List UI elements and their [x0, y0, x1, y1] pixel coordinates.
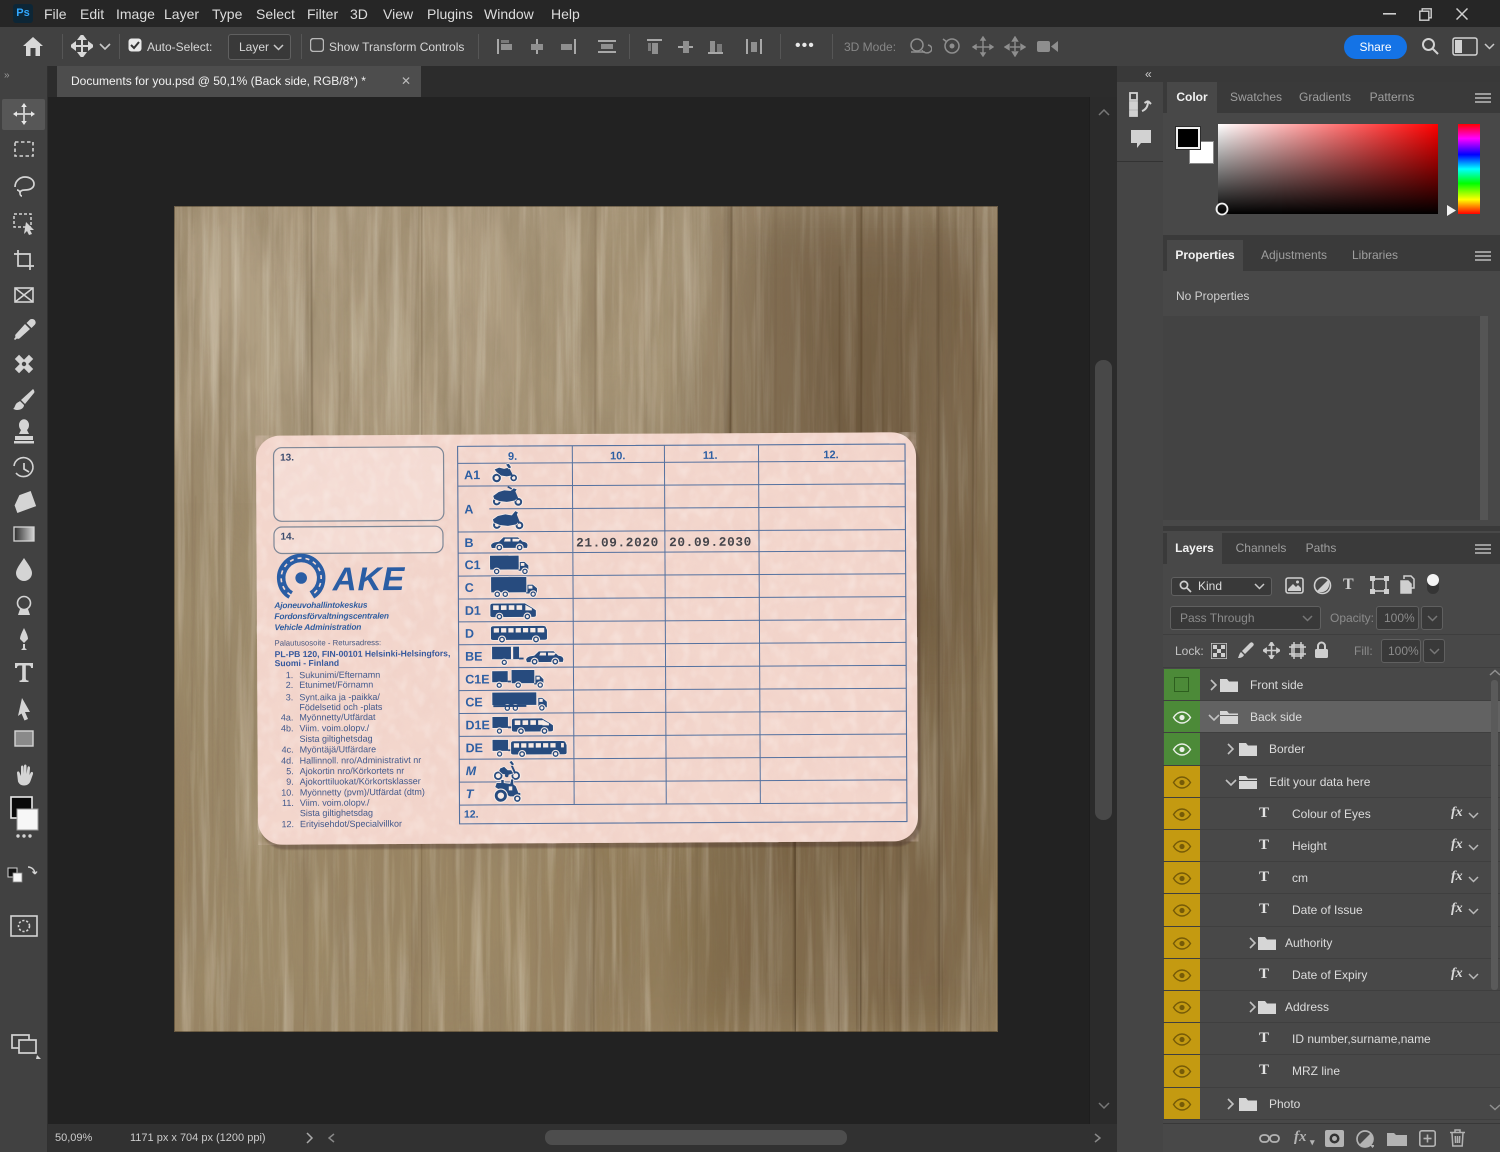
svg-text:14.: 14.	[280, 532, 294, 543]
svg-text:Sista giltighetsdag: Sista giltighetsdag	[299, 734, 372, 744]
svg-text:11.: 11.	[282, 798, 294, 808]
svg-text:Myönnetty (pvm)/Utfärdat (dtm): Myönnetty (pvm)/Utfärdat (dtm)	[300, 787, 425, 798]
svg-text:Hallinnoll. nro/Administrativt: Hallinnoll. nro/Administrativt nr	[300, 755, 422, 766]
svg-text:9.: 9.	[508, 451, 517, 463]
svg-text:Palautusosoite - Retursadress:: Palautusosoite - Retursadress:	[274, 638, 381, 648]
svg-text:Ajokorttiluokat/Körkortsklasse: Ajokorttiluokat/Körkortsklasser	[300, 776, 421, 787]
svg-text:A: A	[464, 502, 473, 516]
svg-text:Myönnetty/Utfärdat: Myönnetty/Utfärdat	[299, 712, 376, 722]
svg-text:13.: 13.	[280, 453, 294, 464]
svg-text:5.: 5.	[286, 766, 294, 776]
svg-text:4a.: 4a.	[281, 712, 294, 722]
svg-text:12.: 12.	[281, 819, 294, 829]
svg-text:Ajoneuvohallintokeskus: Ajoneuvohallintokeskus	[273, 600, 368, 610]
svg-text:21.09.2020: 21.09.2020	[576, 535, 659, 550]
svg-text:AKE: AKE	[332, 560, 406, 597]
svg-text:M: M	[466, 764, 477, 778]
svg-text:D: D	[465, 627, 474, 641]
svg-text:Synt.aika ja -paikka/: Synt.aika ja -paikka/	[299, 692, 380, 702]
svg-text:A1: A1	[464, 468, 480, 482]
svg-text:Fordonsförvaltningscentralen: Fordonsförvaltningscentralen	[274, 611, 389, 622]
svg-text:Ajokortin nro/Körkortets nr: Ajokortin nro/Körkortets nr	[300, 766, 405, 777]
svg-text:3.: 3.	[286, 692, 294, 702]
svg-text:4b.: 4b.	[281, 723, 294, 733]
svg-text:Myöntäjä/Utfärdare: Myöntäjä/Utfärdare	[300, 744, 377, 754]
svg-text:12.: 12.	[823, 449, 838, 461]
svg-text:D1: D1	[465, 604, 481, 618]
svg-text:Viim. voim.olopv./: Viim. voim.olopv./	[300, 798, 370, 808]
svg-text:D1E: D1E	[465, 718, 489, 732]
svg-text:Etunimet/Förnamn: Etunimet/Förnamn	[299, 680, 373, 690]
svg-text:10.: 10.	[281, 788, 294, 798]
svg-text:Sukunimi/Efternamn: Sukunimi/Efternamn	[299, 670, 380, 680]
svg-text:DE: DE	[466, 741, 483, 755]
svg-text:20.09.2030: 20.09.2030	[669, 535, 752, 550]
svg-text:4c.: 4c.	[282, 745, 294, 755]
svg-text:Viim. voim.olopv./: Viim. voim.olopv./	[299, 723, 369, 733]
svg-text:4d.: 4d.	[281, 756, 294, 766]
svg-text:Födelsetid och -plats: Födelsetid och -plats	[299, 702, 383, 712]
svg-text:B: B	[464, 536, 473, 550]
svg-text:12.: 12.	[464, 809, 479, 821]
svg-text:2.: 2.	[286, 680, 294, 690]
svg-text:1.: 1.	[286, 670, 294, 680]
svg-text:CE: CE	[465, 695, 482, 709]
svg-text:Erityisehdot/Specialvillkor: Erityisehdot/Specialvillkor	[300, 819, 402, 830]
svg-text:C1E: C1E	[465, 672, 489, 686]
svg-text:C: C	[465, 581, 474, 595]
svg-text:11.: 11.	[703, 450, 718, 462]
svg-text:Vehicle Administration: Vehicle Administration	[274, 622, 361, 632]
svg-text:Suomi - Finland: Suomi - Finland	[275, 658, 340, 668]
svg-text:10.: 10.	[610, 450, 625, 462]
svg-text:Sista giltighetsdag: Sista giltighetsdag	[300, 808, 373, 818]
svg-text:C1: C1	[465, 558, 481, 572]
svg-text:9.: 9.	[286, 777, 294, 787]
svg-text:BE: BE	[465, 650, 482, 664]
